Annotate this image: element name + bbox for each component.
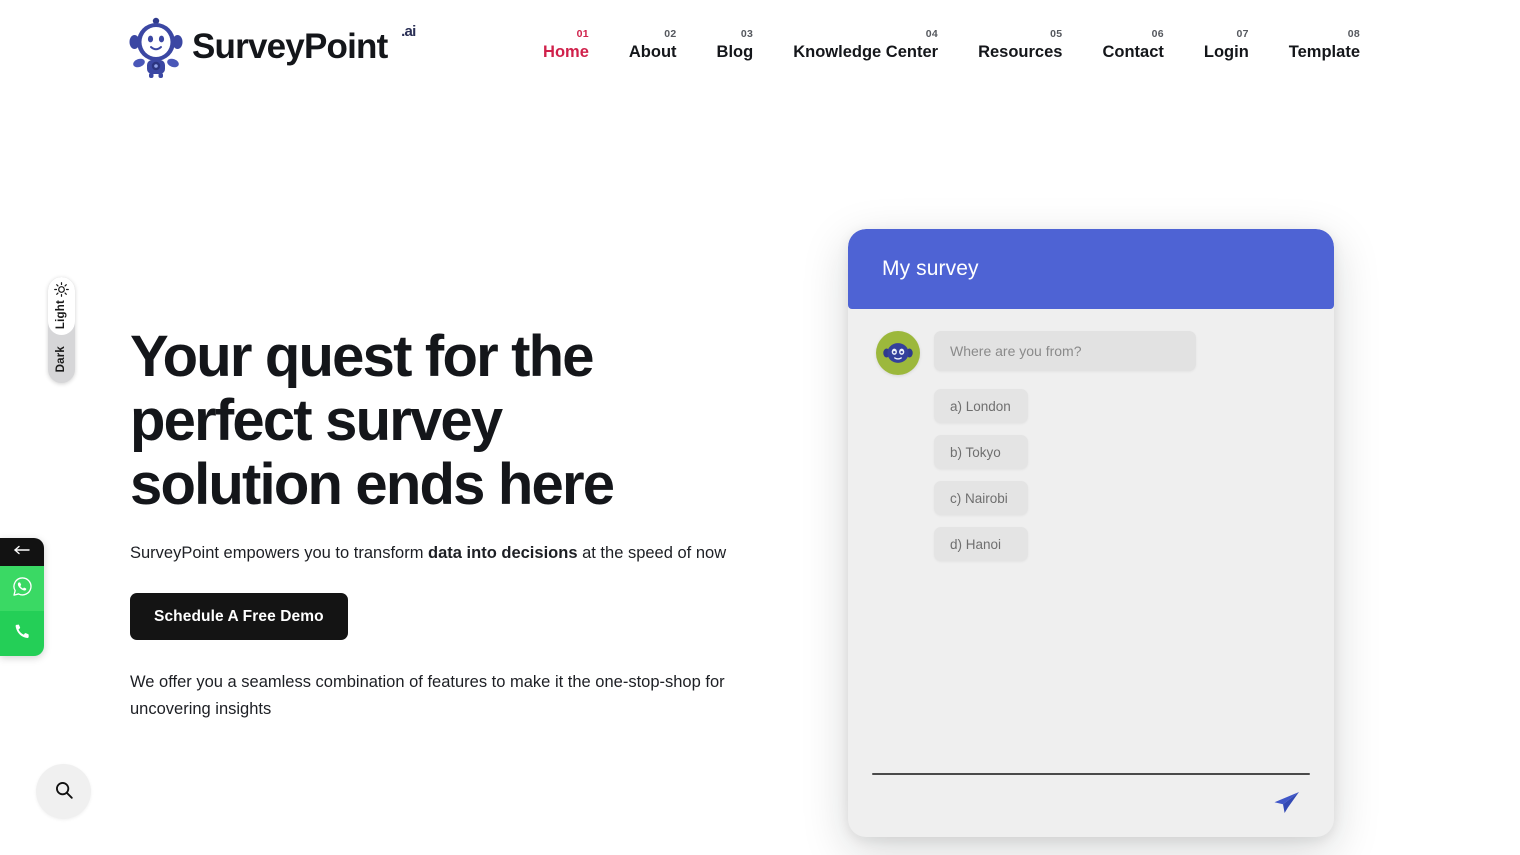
hero-subtitle-lead: SurveyPoint empowers you to transform bbox=[130, 544, 429, 562]
brand-logo[interactable]: SurveyPoint .ai bbox=[128, 16, 416, 80]
schedule-demo-button[interactable]: Schedule A Free Demo bbox=[130, 593, 348, 640]
nav-item-resources[interactable]: 05 Resources bbox=[958, 28, 1082, 63]
survey-options-list: a) London b) Tokyo c) Nairobi d) Hanoi bbox=[876, 389, 1306, 573]
nav-label: Home bbox=[543, 43, 589, 61]
sun-icon bbox=[54, 282, 69, 298]
nav-number: 02 bbox=[664, 28, 677, 40]
nav-item-knowledge-center[interactable]: 04 Knowledge Center bbox=[773, 28, 958, 63]
theme-label-dark: Dark bbox=[54, 345, 67, 373]
send-row bbox=[872, 787, 1310, 821]
survey-option-b[interactable]: b) Tokyo bbox=[934, 435, 1028, 469]
site-header: SurveyPoint .ai 01 Home 02 About 03 Blog … bbox=[0, 0, 1520, 96]
main-navigation: 01 Home 02 About 03 Blog 04 Knowledge Ce… bbox=[523, 28, 1380, 63]
search-button[interactable] bbox=[36, 764, 91, 819]
survey-compose-area bbox=[872, 773, 1310, 821]
robot-avatar-icon bbox=[876, 331, 920, 375]
send-paper-plane-icon bbox=[1271, 789, 1301, 820]
arrow-left-icon bbox=[12, 543, 32, 561]
brand-name-text: SurveyPoint bbox=[192, 27, 388, 66]
hero-subtitle-highlight: data into decisions bbox=[428, 544, 578, 562]
survey-preview-card: My survey Where are you from? a) London … bbox=[848, 229, 1334, 837]
hero-note: We offer you a seamless combination of f… bbox=[130, 673, 725, 718]
option-row: b) Tokyo bbox=[934, 435, 1306, 481]
search-icon bbox=[53, 779, 75, 804]
nav-item-home[interactable]: 01 Home bbox=[523, 28, 609, 63]
survey-question-row: Where are you from? bbox=[876, 331, 1306, 375]
option-row: c) Nairobi bbox=[934, 481, 1306, 527]
phone-icon bbox=[13, 622, 32, 646]
theme-toggle[interactable]: Light Dark bbox=[48, 277, 75, 383]
survey-option-a[interactable]: a) London bbox=[934, 389, 1028, 423]
floating-contact-widget bbox=[0, 538, 44, 656]
nav-label: Contact bbox=[1102, 43, 1164, 61]
brand-suffix: .ai bbox=[401, 23, 416, 40]
nav-number: 07 bbox=[1236, 28, 1249, 40]
theme-option-light[interactable]: Light bbox=[48, 277, 75, 335]
compose-divider bbox=[872, 773, 1310, 775]
hero-subtitle-tail: at the speed of now bbox=[577, 544, 727, 562]
hero-section: Your quest for the perfect survey soluti… bbox=[130, 325, 790, 723]
survey-card-body: Where are you from? a) London b) Tokyo c… bbox=[848, 309, 1334, 837]
nav-label: Blog bbox=[716, 43, 754, 61]
nav-label: Template bbox=[1288, 43, 1360, 61]
nav-item-contact[interactable]: 06 Contact bbox=[1082, 28, 1183, 63]
whatsapp-contact-button[interactable] bbox=[0, 566, 44, 611]
survey-title: My survey bbox=[882, 257, 979, 280]
nav-label: Login bbox=[1203, 43, 1249, 61]
hero-title-line-1: Your quest for the bbox=[130, 324, 595, 389]
survey-option-c[interactable]: c) Nairobi bbox=[934, 481, 1028, 515]
nav-item-about[interactable]: 02 About bbox=[609, 28, 697, 63]
hero-title-line-3: solution ends here bbox=[130, 452, 615, 517]
nav-item-login[interactable]: 07 Login bbox=[1184, 28, 1269, 63]
nav-number: 01 bbox=[576, 28, 589, 40]
brand-name: SurveyPoint .ai bbox=[192, 16, 416, 78]
whatsapp-icon bbox=[12, 576, 33, 602]
option-row: d) Hanoi bbox=[934, 527, 1306, 573]
survey-option-d[interactable]: d) Hanoi bbox=[934, 527, 1028, 561]
send-button[interactable] bbox=[1266, 787, 1306, 821]
nav-label: Resources bbox=[978, 43, 1063, 61]
nav-item-blog[interactable]: 03 Blog bbox=[697, 28, 774, 63]
nav-number: 05 bbox=[1050, 28, 1063, 40]
phone-contact-button[interactable] bbox=[0, 611, 44, 656]
survey-question-bubble: Where are you from? bbox=[934, 331, 1196, 371]
nav-label: Knowledge Center bbox=[793, 43, 939, 61]
hero-title-line-2: perfect survey bbox=[130, 388, 503, 453]
nav-item-template[interactable]: 08 Template bbox=[1269, 28, 1380, 63]
robot-mascot-icon bbox=[128, 16, 184, 78]
collapse-widget-button[interactable] bbox=[0, 538, 44, 566]
survey-card-header: My survey bbox=[848, 229, 1334, 309]
theme-label-light: Light bbox=[54, 300, 67, 330]
nav-number: 04 bbox=[925, 28, 939, 40]
nav-number: 06 bbox=[1151, 28, 1164, 40]
hero-subtitle: SurveyPoint empowers you to transform da… bbox=[130, 541, 790, 565]
nav-label: About bbox=[628, 43, 677, 61]
nav-number: 03 bbox=[740, 28, 754, 40]
page-title: Your quest for the perfect survey soluti… bbox=[130, 325, 790, 517]
nav-number: 08 bbox=[1347, 28, 1360, 40]
option-row: a) London bbox=[934, 389, 1306, 435]
theme-option-dark[interactable]: Dark bbox=[48, 335, 75, 383]
